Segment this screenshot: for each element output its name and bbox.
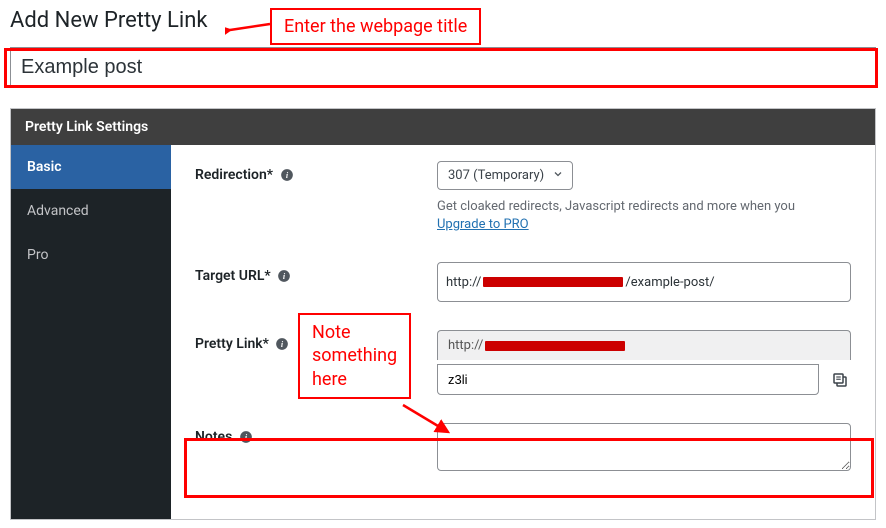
redirection-help: Get cloaked redirects, Javascript redire…	[437, 198, 851, 234]
title-input[interactable]	[11, 48, 875, 87]
pretty-link-slug-input[interactable]	[437, 364, 819, 395]
page-title: Add New Pretty Link	[10, 8, 876, 33]
row-notes: Notes i	[195, 423, 851, 475]
pretty-link-base: http://	[437, 330, 851, 360]
redacted-text	[485, 341, 625, 351]
upgrade-link[interactable]: Upgrade to PRO	[437, 217, 529, 232]
copy-icon[interactable]	[829, 369, 851, 391]
tab-basic[interactable]: Basic	[11, 145, 171, 189]
tabs-sidebar: Basic Advanced Pro	[11, 145, 171, 519]
label-pretty-link: Pretty Link*	[195, 336, 269, 352]
label-redirection: Redirection*	[195, 167, 273, 183]
tab-pro[interactable]: Pro	[11, 233, 171, 277]
info-icon[interactable]: i	[275, 337, 290, 352]
tab-advanced[interactable]: Advanced	[11, 189, 171, 233]
redacted-text	[483, 277, 623, 287]
notes-input[interactable]	[437, 423, 851, 471]
row-redirection: Redirection* i 307 (Temporary)	[195, 161, 851, 234]
label-target-url: Target URL*	[195, 268, 271, 284]
label-notes: Notes	[195, 429, 232, 445]
settings-panel: Pretty Link Settings Basic Advanced Pro …	[10, 108, 876, 520]
target-url-input[interactable]: http:///example-post/	[437, 262, 851, 302]
info-icon[interactable]: i	[277, 269, 292, 284]
row-target-url: Target URL* i http:///example-post/	[195, 262, 851, 302]
row-pretty-link: Pretty Link* i http://	[195, 330, 851, 395]
redirection-value: 307 (Temporary)	[448, 168, 544, 183]
chevron-down-icon	[552, 168, 564, 184]
title-input-container	[10, 47, 876, 88]
panel-header: Pretty Link Settings	[11, 109, 875, 145]
redirection-select[interactable]: 307 (Temporary)	[437, 161, 573, 190]
info-icon[interactable]: i	[238, 430, 253, 445]
info-icon[interactable]: i	[279, 168, 294, 183]
form-area: Redirection* i 307 (Temporary)	[171, 145, 875, 519]
